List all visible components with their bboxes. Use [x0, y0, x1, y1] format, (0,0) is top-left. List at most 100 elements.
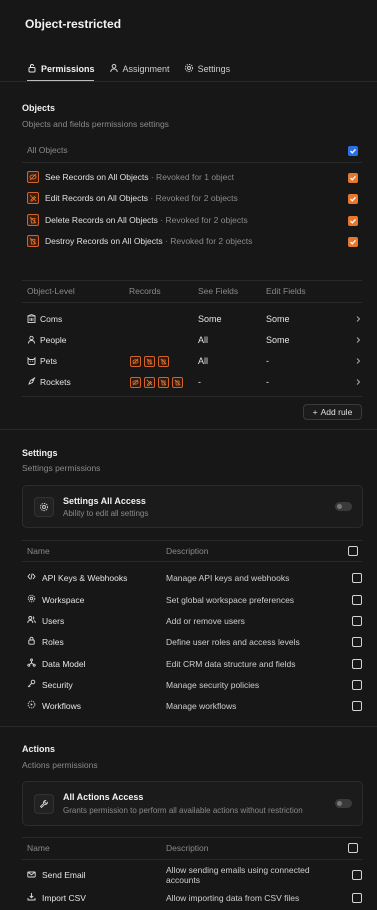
see-fields-value: Some: [198, 314, 222, 324]
permission-label: Destroy Records on All Objects: [45, 236, 163, 246]
all-objects-checkbox[interactable]: [348, 146, 358, 156]
import-icon: [27, 892, 36, 903]
permission-checkbox-edit[interactable]: [348, 194, 358, 204]
records-cell: [130, 355, 198, 367]
settings-all-access-toggle[interactable]: [335, 502, 352, 511]
lock-icon: [27, 636, 36, 647]
tab-settings[interactable]: Settings: [184, 62, 231, 76]
setting-checkbox[interactable]: [352, 572, 362, 583]
setting-checkbox[interactable]: [352, 594, 362, 605]
trash-off-icon: [158, 376, 169, 388]
tab-label: Permissions: [41, 64, 95, 74]
table-row[interactable]: Rockets - -: [27, 373, 362, 391]
code-icon: [27, 572, 36, 583]
column-header-name: Name: [27, 546, 50, 556]
rocket-icon: [27, 376, 36, 388]
table-row[interactable]: People All Some: [27, 331, 362, 349]
see-fields-value: All: [198, 356, 209, 366]
see-fields-value: -: [198, 377, 201, 387]
table-row: Workflows Manage workflows: [27, 695, 362, 716]
setting-checkbox[interactable]: [352, 636, 362, 647]
action-checkbox[interactable]: [352, 870, 362, 880]
setting-checkbox[interactable]: [352, 658, 362, 669]
select-all-actions-checkbox[interactable]: [348, 843, 358, 853]
chevron-right-icon: [356, 337, 361, 343]
setting-name: API Keys & Webhooks: [42, 572, 128, 583]
wrench-icon: [34, 794, 54, 814]
permission-checkbox-see[interactable]: [348, 173, 358, 183]
action-name: Send Email: [42, 870, 86, 880]
card-title: All Actions Access: [63, 792, 144, 802]
edit-fields-value: -: [266, 377, 269, 387]
check-icon: [350, 239, 356, 245]
trash-x-off-icon: [172, 376, 183, 388]
setting-checkbox[interactable]: [352, 700, 362, 711]
table-row: Security Manage security policies: [27, 674, 362, 695]
permission-checkbox-delete[interactable]: [348, 216, 358, 226]
permission-note: · Revoked for 2 objects: [165, 236, 253, 246]
check-icon: [350, 218, 356, 224]
divider: [22, 837, 362, 838]
add-rule-button[interactable]: + Add rule: [303, 404, 362, 420]
settings-section-subtitle: Settings permissions: [22, 463, 101, 473]
divider: [0, 429, 377, 430]
setting-name: Data Model: [42, 658, 86, 669]
lock-open-icon: [27, 63, 37, 75]
permission-checkbox-destroy[interactable]: [348, 237, 358, 247]
eye-off-icon: [130, 376, 141, 388]
permission-note: · Revoked for 2 objects: [150, 193, 238, 203]
tab-label: Settings: [197, 64, 231, 74]
table-row: Send Email Allow sending emails using co…: [27, 864, 362, 886]
permission-note: · Revoked for 2 objects: [160, 215, 248, 225]
permission-note: · Revoked for 1 object: [150, 172, 235, 182]
tab-permissions[interactable]: Permissions: [27, 62, 95, 76]
see-fields-value: All: [198, 335, 209, 345]
setting-checkbox[interactable]: [352, 615, 362, 626]
plus-icon: +: [312, 407, 318, 417]
object-name: People: [40, 335, 67, 345]
edit-fields-value: -: [266, 356, 269, 366]
hierarchy-icon: [27, 658, 36, 669]
chevron-right-icon: [356, 316, 361, 322]
setting-description: Define user roles and access levels: [166, 636, 300, 647]
setting-name: Workspace: [42, 594, 85, 605]
tab-assignment[interactable]: Assignment: [109, 62, 170, 76]
divider: [22, 540, 362, 541]
all-actions-access-card: All Actions Access Grants permission to …: [22, 781, 363, 826]
table-row[interactable]: Coms Some Some: [27, 310, 362, 328]
select-all-settings-checkbox[interactable]: [348, 546, 358, 556]
page-title: Object-restricted: [25, 17, 122, 31]
all-actions-access-toggle[interactable]: [335, 799, 352, 808]
settings-automation-icon: [27, 700, 36, 711]
card-subtitle: Grants permission to perform all availab…: [63, 806, 303, 815]
action-checkbox[interactable]: [352, 892, 362, 903]
users-icon: [27, 615, 36, 626]
eye-off-icon: [27, 171, 39, 183]
object-name: Rockets: [40, 377, 71, 387]
building-icon: [27, 313, 36, 325]
action-description: Allow sending emails using connected acco…: [166, 865, 352, 885]
check-icon: [350, 148, 356, 154]
tab-bar: Permissions Assignment Settings: [27, 62, 230, 76]
setting-name: Security: [42, 679, 73, 690]
column-header-description: Description: [166, 546, 209, 556]
action-description-line: accounts: [166, 875, 201, 885]
edit-fields-value: Some: [266, 314, 290, 324]
pencil-off-icon: [27, 192, 39, 204]
setting-checkbox[interactable]: [352, 679, 362, 690]
setting-name: Users: [42, 615, 65, 626]
card-subtitle: Ability to edit all settings: [63, 509, 149, 518]
column-header-object-level: Object-Level: [27, 286, 75, 296]
eye-off-icon: [130, 355, 141, 367]
table-row[interactable]: Pets All -: [27, 352, 362, 370]
setting-description: Manage security policies: [166, 679, 260, 690]
divider: [22, 561, 362, 562]
objects-section-subtitle: Objects and fields permissions settings: [22, 119, 169, 129]
setting-name: Workflows: [42, 700, 82, 711]
gear-icon: [27, 594, 36, 605]
gear-icon: [34, 497, 54, 517]
column-header-description: Description: [166, 843, 209, 853]
divider: [22, 302, 362, 303]
edit-fields-value: Some: [266, 335, 290, 345]
column-header-name: Name: [27, 843, 50, 853]
